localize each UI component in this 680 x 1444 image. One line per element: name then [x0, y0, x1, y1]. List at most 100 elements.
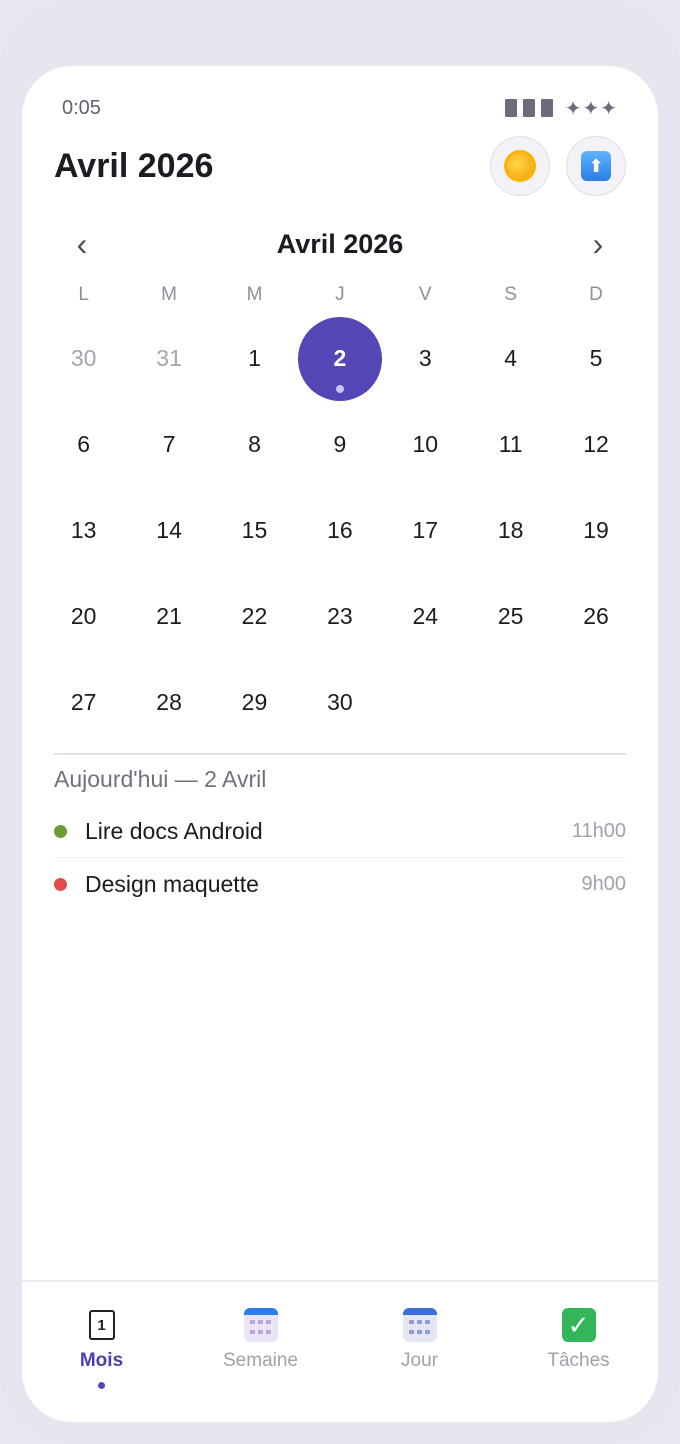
day-number: 2	[333, 345, 347, 372]
calendar-day[interactable]: 8	[212, 402, 297, 488]
calendar-day[interactable]: 30	[41, 316, 126, 402]
event-color-dot	[54, 877, 67, 891]
calendar-day-selected[interactable]: 2	[297, 316, 382, 402]
day-number: 17	[412, 516, 439, 543]
page-title: Avril 2026	[54, 146, 214, 185]
weekday-label: M	[161, 284, 177, 305]
next-month-button[interactable]: ›	[578, 226, 618, 263]
event-title: Design maquette	[85, 870, 259, 897]
calendar-nav: ‹ Avril 2026 ›	[62, 224, 618, 264]
calendar-month-label: Avril 2026	[276, 228, 404, 259]
calendar-grid-icon	[243, 1308, 278, 1342]
day-number: 29	[241, 688, 268, 715]
day-number: 21	[156, 602, 182, 629]
day-number: 20	[70, 602, 97, 629]
calendar-day[interactable]: 30	[297, 659, 382, 745]
status-icons: ✦✦✦	[504, 96, 618, 121]
event-time: 9h00	[581, 872, 627, 895]
calendar-day[interactable]: 22	[212, 573, 297, 659]
calendar-day[interactable]: 6	[41, 402, 126, 488]
calendar-day[interactable]: 24	[383, 573, 468, 659]
share-button[interactable]: ⬆	[566, 136, 626, 196]
weekday-header: L M M J V S D	[41, 284, 639, 310]
event-color-dot	[54, 825, 67, 838]
prev-month-button[interactable]: ‹	[62, 226, 102, 263]
calendar-day[interactable]: 11	[468, 402, 553, 488]
event-list: Lire docs Android 11h00 Design maquette 9h0…	[54, 806, 626, 910]
day-number: 9	[333, 431, 347, 458]
spiral-calendar-icon	[402, 1308, 437, 1342]
calendar-day[interactable]: 3	[383, 316, 468, 402]
event-indicator-dot	[335, 384, 344, 393]
calendar-day[interactable]: 16	[297, 488, 382, 574]
day-number: 23	[327, 602, 353, 629]
app-header: Avril 2026 ⬆	[54, 136, 626, 196]
calendar-page-icon: 1	[85, 1308, 119, 1342]
day-number: 16	[327, 516, 353, 543]
calendar-day[interactable]: 18	[468, 488, 553, 574]
calendar-day[interactable]: 5	[553, 316, 638, 402]
calendar-day[interactable]: 28	[126, 659, 211, 745]
event-item[interactable]: Design maquette 9h00	[54, 858, 626, 910]
calendar-day[interactable]: 9	[297, 402, 382, 488]
calendar-day[interactable]: 12	[553, 402, 638, 488]
theme-toggle-button[interactable]	[490, 136, 550, 196]
day-number: 5	[589, 345, 603, 372]
calendar-day[interactable]: 10	[383, 402, 468, 488]
day-number: 4	[504, 345, 518, 372]
calendar-day[interactable]: 29	[212, 659, 297, 745]
day-number: 24	[412, 602, 439, 629]
tab-label: Jour	[401, 1350, 438, 1371]
calendar-grid: 30 31 1 2 3 4 5 6 7 8 9 10 11 12 13 14 15 16 17 18 19 20 21 22 2…	[41, 316, 639, 745]
tab-jour[interactable]: Jour	[340, 1282, 499, 1422]
weekday-label: S	[504, 284, 517, 305]
calendar-day[interactable]: 20	[41, 573, 126, 659]
calendar-day[interactable]: 21	[126, 573, 211, 659]
day-number: 30	[70, 345, 97, 372]
calendar-day[interactable]: 26	[553, 573, 638, 659]
day-number: 30	[327, 688, 353, 715]
calendar-day[interactable]: 19	[553, 488, 638, 574]
tab-label: Tâches	[547, 1350, 610, 1371]
day-number: 7	[162, 431, 176, 458]
calendar-day[interactable]: 25	[468, 573, 553, 659]
day-number: 1	[248, 345, 261, 372]
phone-screen: 0:05 ✦✦✦ Avril 2026 ⬆ ‹ Avril 2026 › L M…	[22, 66, 658, 1422]
calendar-day[interactable]: 14	[126, 488, 211, 574]
tab-label: Mois	[79, 1350, 124, 1371]
bottom-nav: 1 Mois Semaine Jour ✓ Tâches	[22, 1280, 658, 1422]
day-number: 27	[70, 688, 97, 715]
weekday-label: V	[418, 284, 432, 305]
day-number: 26	[583, 602, 609, 629]
weekday-label: L	[78, 284, 89, 305]
day-number: 25	[497, 602, 524, 629]
status-time: 0:05	[62, 96, 101, 119]
calendar-day[interactable]: 23	[297, 573, 382, 659]
calendar-day[interactable]: 15	[212, 488, 297, 574]
day-number: 8	[248, 431, 261, 458]
calendar-day[interactable]: 17	[383, 488, 468, 574]
tab-semaine[interactable]: Semaine	[181, 1282, 340, 1422]
calendar-day[interactable]: 4	[468, 316, 553, 402]
tab-mois[interactable]: 1 Mois	[22, 1282, 181, 1422]
calendar-day[interactable]: 27	[41, 659, 126, 745]
day-number: 11	[498, 431, 523, 458]
day-number: 28	[156, 688, 182, 715]
calendar-day[interactable]: 13	[41, 488, 126, 574]
tab-label: Semaine	[223, 1350, 298, 1371]
calendar-day[interactable]: 7	[126, 402, 211, 488]
tab-taches[interactable]: ✓ Tâches	[499, 1282, 658, 1422]
header-actions: ⬆	[490, 136, 626, 196]
event-item[interactable]: Lire docs Android 11h00	[54, 806, 626, 858]
checkmark-icon: ✓	[561, 1308, 596, 1342]
status-bar: 0:05 ✦✦✦	[62, 96, 618, 120]
calendar-day[interactable]: 1	[212, 316, 297, 402]
day-number: 31	[156, 345, 182, 372]
weekday-label: D	[589, 284, 603, 305]
section-divider	[54, 753, 626, 755]
calendar-day[interactable]: 31	[126, 316, 211, 402]
day-number: 15	[241, 516, 268, 543]
day-number: 22	[241, 602, 268, 629]
day-number: 6	[77, 431, 91, 458]
day-number: 12	[583, 431, 609, 458]
